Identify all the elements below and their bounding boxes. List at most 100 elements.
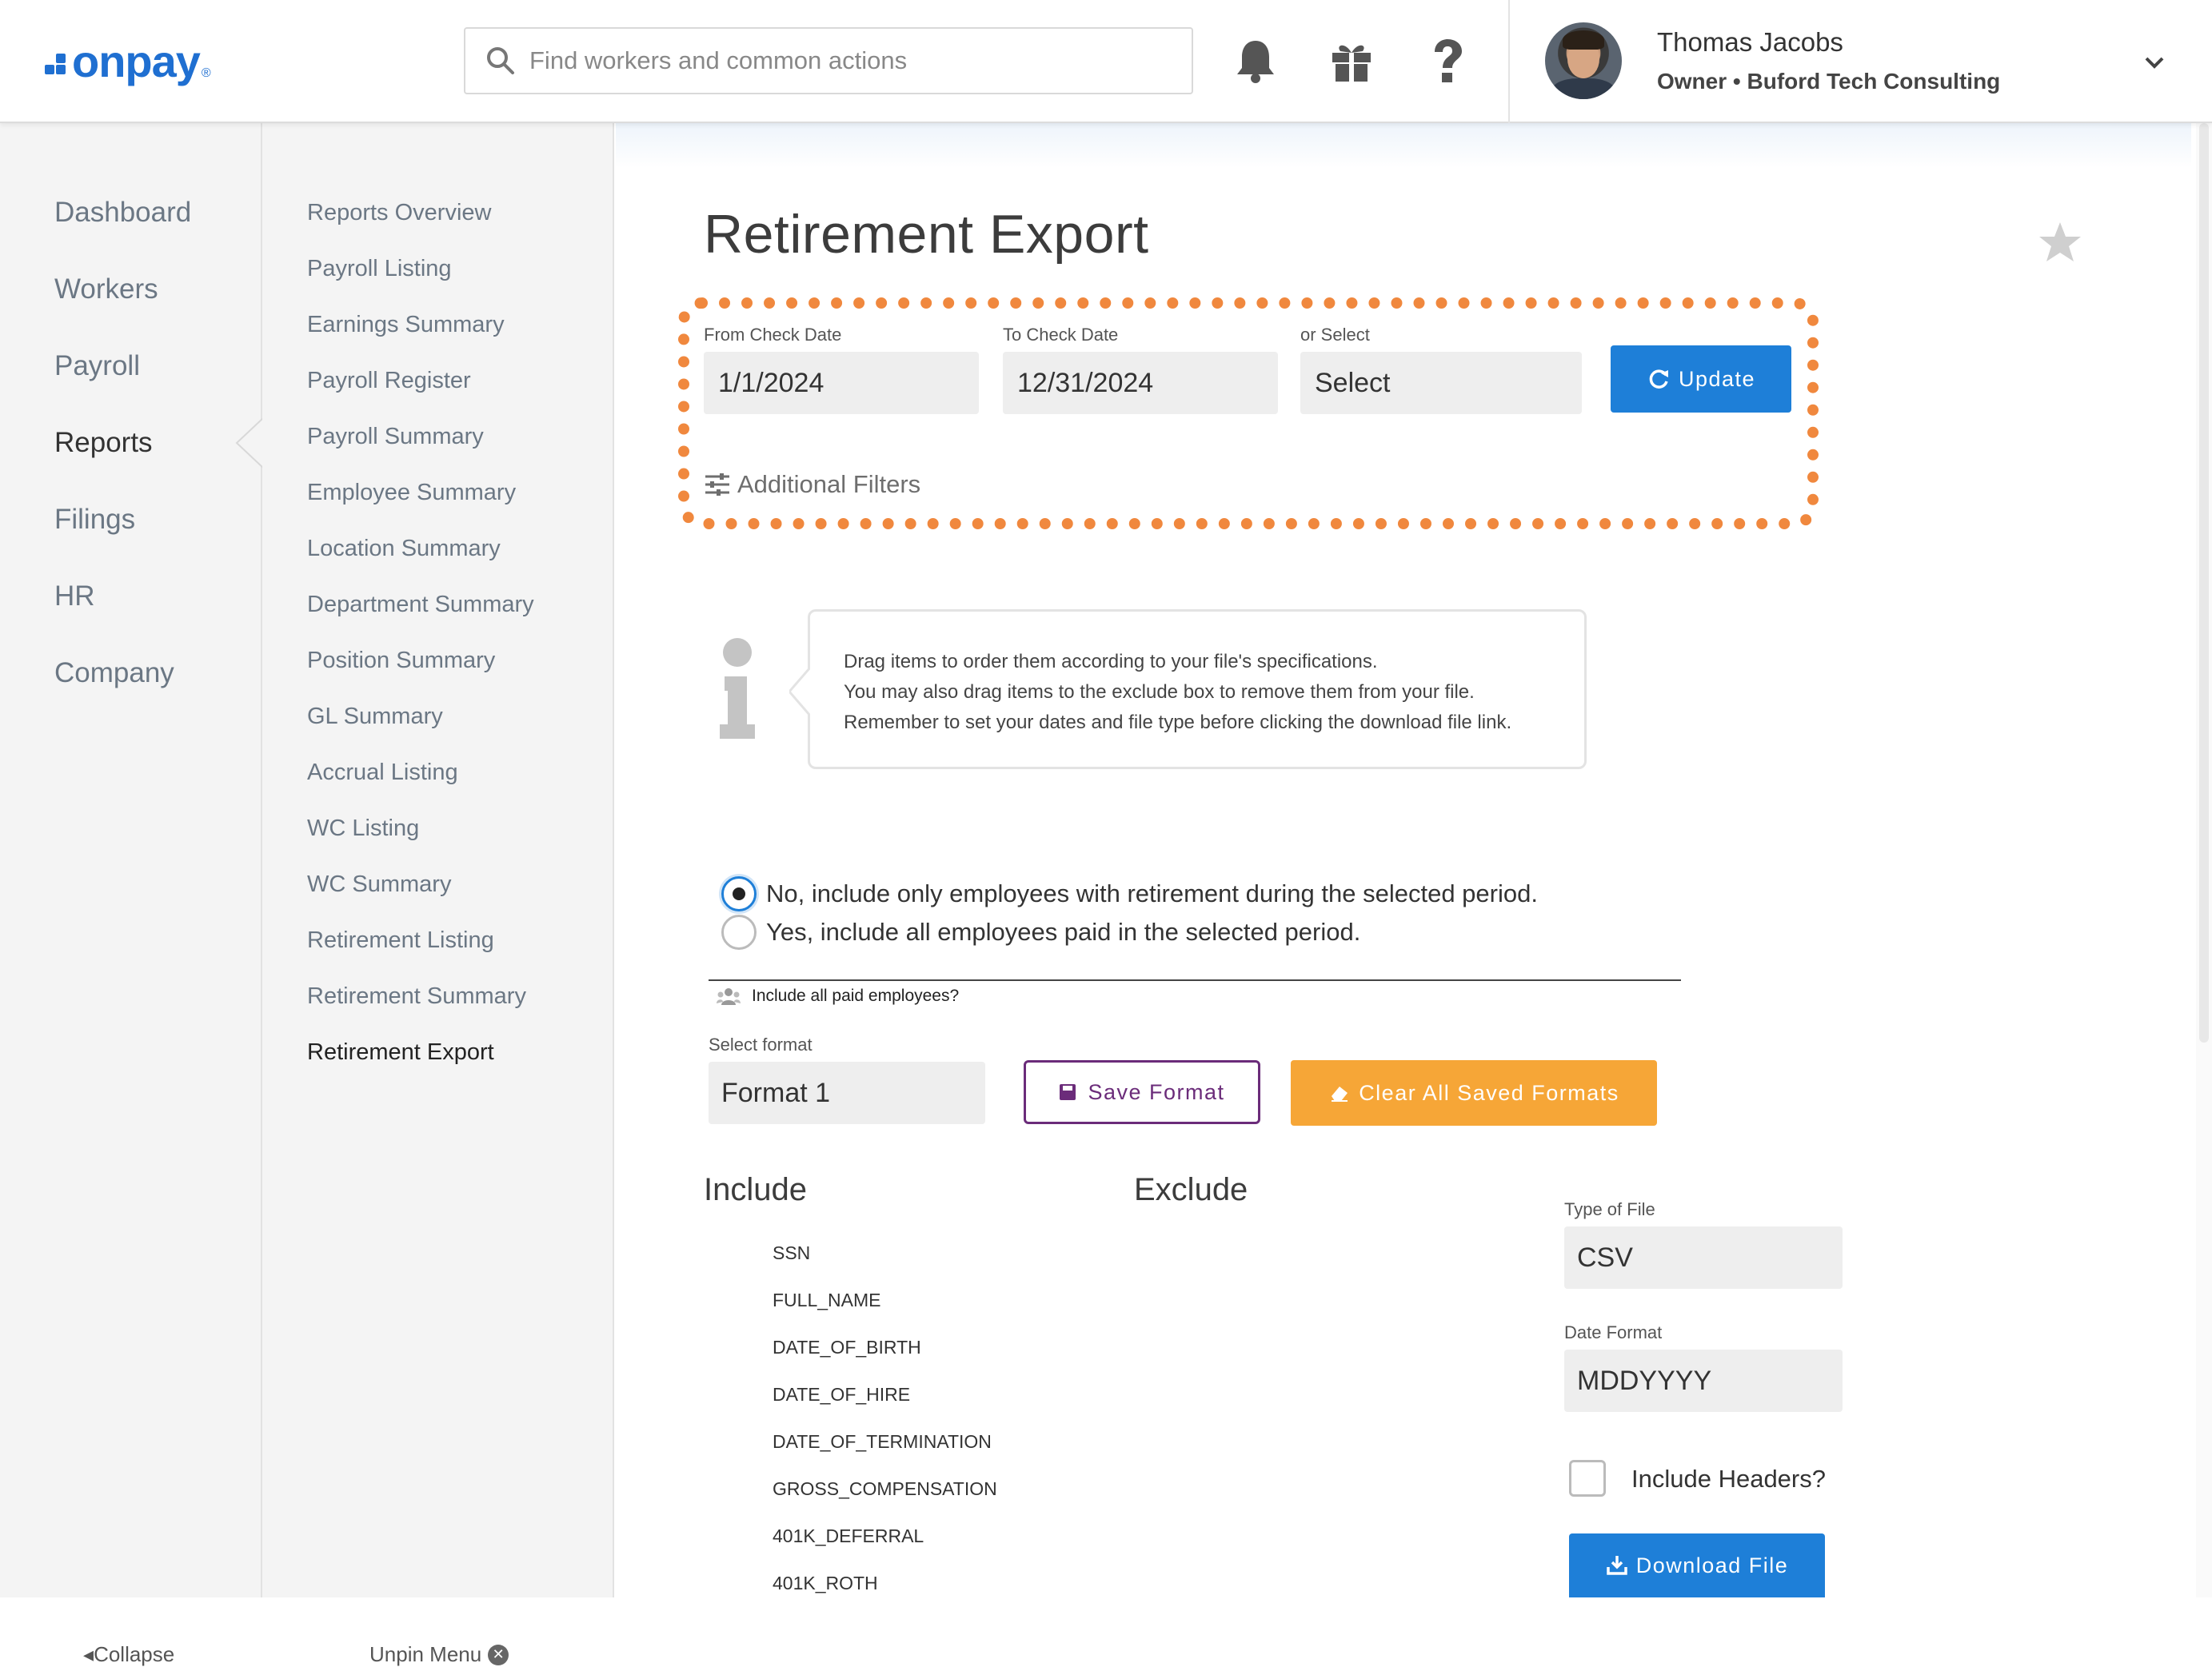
submenu-item-position-summary[interactable]: Position Summary bbox=[307, 648, 495, 674]
favorite-star-icon[interactable] bbox=[2036, 219, 2084, 267]
top-header: onpay ® Thomas Jacobs O bbox=[0, 0, 2212, 123]
submenu-item-wc-listing[interactable]: WC Listing bbox=[307, 816, 419, 842]
period-select-label: or Select bbox=[1300, 325, 1370, 345]
submenu-item-department-summary[interactable]: Department Summary bbox=[307, 592, 534, 618]
submenu-item-accrual-listing[interactable]: Accrual Listing bbox=[307, 760, 458, 786]
instructions-line-2: You may also drag items to the exclude b… bbox=[844, 681, 1475, 703]
include-field-item[interactable]: DATE_OF_BIRTH bbox=[773, 1337, 921, 1358]
exclude-heading: Exclude bbox=[1134, 1172, 1248, 1207]
period-select[interactable]: Select bbox=[1300, 352, 1582, 414]
user-menu[interactable]: Thomas Jacobs Owner • Buford Tech Consul… bbox=[1508, 0, 2212, 123]
update-label: Update bbox=[1678, 366, 1756, 391]
submenu-item-retirement-export[interactable]: Retirement Export bbox=[307, 1039, 494, 1066]
from-date-field[interactable]: 1/1/2024 bbox=[704, 352, 979, 414]
floppy-disk-icon bbox=[1060, 1084, 1076, 1100]
sliders-icon bbox=[705, 473, 729, 496]
submenu-item-employee-summary[interactable]: Employee Summary bbox=[307, 480, 516, 506]
submenu-item-payroll-listing[interactable]: Payroll Listing bbox=[307, 256, 452, 282]
to-date-field[interactable]: 12/31/2024 bbox=[1003, 352, 1278, 414]
collapse-button[interactable]: ◂Collapse bbox=[83, 1642, 174, 1667]
include-field-item[interactable]: GROSS_COMPENSATION bbox=[773, 1478, 997, 1500]
gift-icon[interactable] bbox=[1328, 35, 1376, 86]
instructions-line-1: Drag items to order them according to yo… bbox=[844, 651, 1378, 672]
from-date-label: From Check Date bbox=[704, 325, 842, 345]
caret-left-icon: ◂ bbox=[83, 1642, 94, 1666]
include-field-item[interactable]: DATE_OF_HIRE bbox=[773, 1384, 910, 1406]
unpin-menu-label: Unpin Menu bbox=[369, 1642, 482, 1666]
clear-saved-formats-button[interactable]: Clear All Saved Formats bbox=[1291, 1060, 1657, 1126]
file-type-label: Type of File bbox=[1564, 1199, 1655, 1219]
eraser-icon bbox=[1332, 1087, 1348, 1102]
sidebar-item-workers[interactable]: Workers bbox=[54, 273, 158, 305]
submenu-item-location-summary[interactable]: Location Summary bbox=[307, 536, 501, 562]
sidebar-item-dashboard[interactable]: Dashboard bbox=[54, 197, 191, 229]
additional-filters-toggle[interactable]: Additional Filters bbox=[704, 470, 920, 499]
include-paid-employees-label: Include all paid employees? bbox=[752, 987, 960, 1005]
date-format-select[interactable]: MDDYYYY bbox=[1564, 1350, 1843, 1412]
radio-option-no-label: No, include only employees with retireme… bbox=[766, 879, 1538, 907]
submenu-item-payroll-register[interactable]: Payroll Register bbox=[307, 368, 471, 394]
sidebar-item-payroll[interactable]: Payroll bbox=[54, 350, 140, 382]
radio-option-no[interactable]: No, include only employees with retireme… bbox=[721, 876, 1538, 911]
sidebar-item-company[interactable]: Company bbox=[54, 657, 174, 689]
reports-submenu: Reports Overview Payroll Listing Earning… bbox=[262, 123, 614, 1666]
sidebar-item-reports[interactable]: Reports bbox=[54, 427, 153, 459]
refresh-icon bbox=[1649, 369, 1668, 389]
close-circle-icon: ✕ bbox=[488, 1644, 509, 1665]
primary-sidebar: Dashboard Workers Payroll Reports Filing… bbox=[0, 123, 264, 1666]
active-pointer-icon bbox=[235, 417, 264, 469]
search-input[interactable] bbox=[529, 46, 1169, 75]
radio-button-unselected[interactable] bbox=[721, 915, 757, 950]
radio-group-divider bbox=[709, 979, 1681, 981]
chevron-down-icon[interactable] bbox=[2142, 50, 2167, 75]
include-field-item[interactable]: 401K_DEFERRAL bbox=[773, 1525, 924, 1547]
include-paid-employees-legend: Include all paid employees? bbox=[717, 987, 959, 1006]
onpay-logo[interactable]: onpay ® bbox=[45, 35, 211, 87]
logo-mark-icon bbox=[45, 46, 69, 78]
radio-button-selected[interactable] bbox=[721, 876, 757, 911]
page-scrollbar[interactable] bbox=[2196, 123, 2212, 1597]
include-headers-label: Include Headers? bbox=[1631, 1465, 1826, 1493]
include-headers-checkbox[interactable] bbox=[1569, 1460, 1606, 1497]
additional-filters-label: Additional Filters bbox=[737, 470, 921, 498]
submenu-item-retirement-listing[interactable]: Retirement Listing bbox=[307, 927, 494, 954]
include-field-item[interactable]: SSN bbox=[773, 1242, 810, 1264]
save-format-button[interactable]: Save Format bbox=[1024, 1060, 1260, 1124]
sidebar-item-filings[interactable]: Filings bbox=[54, 504, 135, 536]
submenu-item-payroll-summary[interactable]: Payroll Summary bbox=[307, 424, 484, 450]
collapse-label: Collapse bbox=[94, 1642, 175, 1666]
logo-registered-mark: ® bbox=[201, 66, 211, 80]
radio-option-yes[interactable]: Yes, include all employees paid in the s… bbox=[721, 915, 1360, 950]
avatar bbox=[1545, 22, 1622, 99]
clear-saved-formats-label: Clear All Saved Formats bbox=[1359, 1080, 1619, 1105]
download-file-button[interactable]: Download File bbox=[1569, 1533, 1825, 1597]
include-field-item[interactable]: FULL_NAME bbox=[773, 1290, 880, 1311]
submenu-item-retirement-summary[interactable]: Retirement Summary bbox=[307, 983, 526, 1010]
radio-option-yes-label: Yes, include all employees paid in the s… bbox=[766, 918, 1361, 946]
download-icon bbox=[1606, 1556, 1627, 1575]
format-select[interactable]: Format 1 bbox=[709, 1062, 985, 1124]
bell-icon[interactable] bbox=[1232, 35, 1280, 86]
search-icon bbox=[487, 47, 514, 74]
user-role: Owner • Buford Tech Consulting bbox=[1657, 69, 2001, 94]
download-file-label: Download File bbox=[1635, 1553, 1789, 1577]
save-format-label: Save Format bbox=[1088, 1079, 1225, 1104]
submenu-item-wc-summary[interactable]: WC Summary bbox=[307, 871, 451, 898]
search-bar[interactable] bbox=[464, 27, 1193, 94]
logo-text: onpay bbox=[72, 36, 201, 86]
include-field-item[interactable]: DATE_OF_TERMINATION bbox=[773, 1431, 992, 1453]
callout-pointer bbox=[789, 668, 810, 716]
help-icon[interactable] bbox=[1423, 35, 1471, 86]
page-title: Retirement Export bbox=[704, 204, 1149, 265]
submenu-item-earnings-summary[interactable]: Earnings Summary bbox=[307, 312, 505, 338]
submenu-item-reports-overview[interactable]: Reports Overview bbox=[307, 200, 491, 226]
sidebar-item-hr[interactable]: HR bbox=[54, 580, 95, 612]
submenu-item-gl-summary[interactable]: GL Summary bbox=[307, 704, 443, 730]
include-field-item[interactable]: 401K_ROTH bbox=[773, 1573, 878, 1594]
select-format-label: Select format bbox=[709, 1035, 813, 1055]
unpin-menu-button[interactable]: Unpin Menu ✕ bbox=[369, 1642, 509, 1667]
file-type-select[interactable]: CSV bbox=[1564, 1226, 1843, 1289]
date-format-label: Date Format bbox=[1564, 1322, 1663, 1342]
user-name: Thomas Jacobs bbox=[1657, 27, 1843, 57]
update-button[interactable]: Update bbox=[1611, 345, 1791, 413]
